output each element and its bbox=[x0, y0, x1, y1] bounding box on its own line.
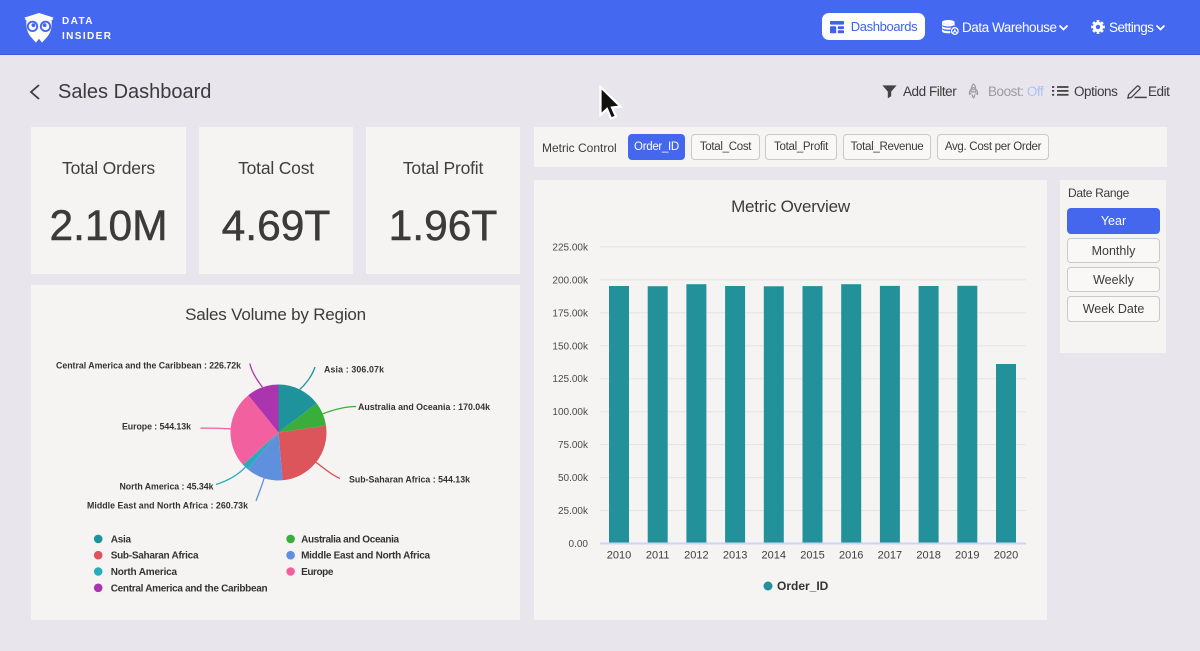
svg-text:2010: 2010 bbox=[607, 550, 631, 562]
svg-text:North America: North America bbox=[111, 567, 178, 578]
svg-text:225.00k: 225.00k bbox=[552, 242, 589, 253]
svg-text:75.00k: 75.00k bbox=[558, 440, 589, 451]
svg-text:2018: 2018 bbox=[916, 550, 940, 562]
svg-text:Sub-Saharan Africa: Sub-Saharan Africa bbox=[111, 551, 199, 562]
svg-text:2013: 2013 bbox=[723, 550, 747, 562]
svg-text:2020: 2020 bbox=[994, 550, 1018, 562]
svg-text:2015: 2015 bbox=[800, 550, 824, 562]
svg-text:Middle East and North Africa :: Middle East and North Africa : 260.73k bbox=[87, 501, 248, 511]
svg-text:125.00k: 125.00k bbox=[552, 374, 589, 385]
svg-text:Asia : 306.07k: Asia : 306.07k bbox=[324, 365, 384, 375]
svg-text:175.00k: 175.00k bbox=[552, 308, 589, 319]
svg-text:Sub-Saharan Africa : 544.13k: Sub-Saharan Africa : 544.13k bbox=[349, 474, 470, 484]
svg-text:2017: 2017 bbox=[878, 550, 902, 562]
svg-text:Europe: Europe bbox=[301, 567, 334, 578]
svg-text:150.00k: 150.00k bbox=[552, 341, 589, 352]
svg-text:Australia and Oceania : 170.04: Australia and Oceania : 170.04k bbox=[358, 402, 490, 412]
svg-text:100.00k: 100.00k bbox=[552, 407, 589, 418]
svg-text:Order_ID: Order_ID bbox=[777, 579, 829, 593]
svg-text:Central America and the Caribb: Central America and the Caribbean : 226.… bbox=[56, 361, 241, 371]
svg-text:2011: 2011 bbox=[646, 550, 670, 562]
svg-text:North America : 45.34k: North America : 45.34k bbox=[120, 481, 214, 491]
svg-text:2014: 2014 bbox=[762, 550, 786, 562]
svg-text:Asia: Asia bbox=[111, 534, 132, 545]
svg-text:2012: 2012 bbox=[684, 550, 708, 562]
svg-text:50.00k: 50.00k bbox=[558, 473, 589, 484]
svg-text:Europe : 544.13k: Europe : 544.13k bbox=[122, 422, 191, 432]
svg-text:Australia and Oceania: Australia and Oceania bbox=[301, 534, 399, 545]
svg-text:200.00k: 200.00k bbox=[552, 275, 589, 286]
svg-text:25.00k: 25.00k bbox=[558, 506, 589, 517]
svg-text:0.00: 0.00 bbox=[569, 539, 589, 550]
svg-text:Middle East and North Africa: Middle East and North Africa bbox=[301, 551, 430, 562]
svg-text:2019: 2019 bbox=[955, 550, 979, 562]
svg-text:Central America and the Caribb: Central America and the Caribbean bbox=[111, 583, 268, 594]
svg-text:2016: 2016 bbox=[839, 550, 863, 562]
